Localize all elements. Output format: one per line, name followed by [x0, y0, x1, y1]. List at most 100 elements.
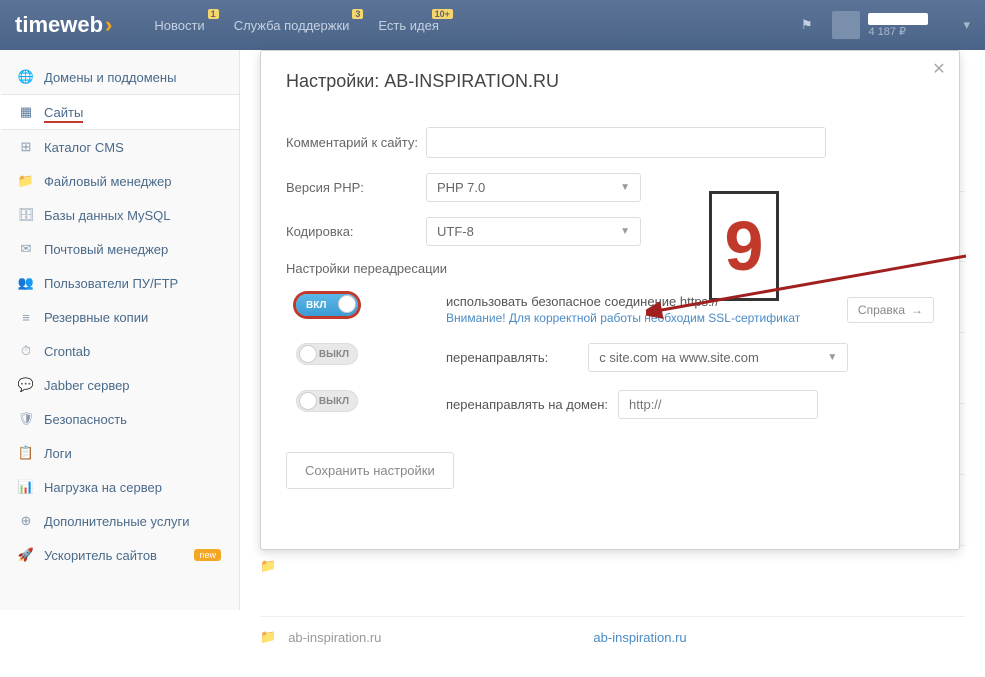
sidebar-item-mysql[interactable]: 🗄 Базы данных MySQL	[0, 198, 239, 232]
sidebar-item-security[interactable]: 🛡 Безопасность	[0, 402, 239, 436]
redirect-value: с site.com на www.site.com	[599, 350, 759, 365]
database-icon: 🗄	[18, 207, 34, 223]
modal-title: Настройки: AB-INSPIRATION.RU	[286, 71, 934, 107]
list-icon: 📋	[18, 445, 34, 461]
sidebar-label: Каталог CMS	[44, 140, 124, 155]
toggle-label: ВЫКЛ	[319, 396, 349, 407]
help-button[interactable]: Справка →	[847, 297, 934, 323]
redirect-direction-select[interactable]: с site.com на www.site.com ▼	[588, 343, 848, 372]
sidebar-item-sites[interactable]: ▦ Сайты	[0, 94, 239, 130]
toggle-knob	[299, 392, 317, 410]
sidebar-label: Сайты	[44, 105, 83, 120]
sidebar-item-extra[interactable]: ⊕ Дополнительные услуги	[0, 504, 239, 538]
redirect-domain-input[interactable]	[618, 390, 818, 419]
user-menu[interactable]: 4 187 ₽	[832, 11, 928, 39]
username-placeholder	[868, 13, 928, 25]
nav-badge: 1	[208, 9, 219, 19]
sidebar: 🌐Домены и поддомены ▦Сайты ⊞Каталог CMS …	[0, 50, 240, 610]
site-link[interactable]: ab-inspiration.ru	[593, 630, 686, 645]
flag-icon[interactable]: ⚑	[801, 17, 813, 33]
domain-redirect-toggle[interactable]: ВЫКЛ	[296, 390, 358, 412]
rocket-icon: 🚀	[18, 547, 34, 563]
sidebar-label: Резервные копии	[44, 310, 148, 325]
arrow-right-icon: →	[911, 303, 923, 317]
top-nav: Новости 1 Служба поддержки 3 Есть идея 1…	[142, 3, 800, 48]
encoding-value: UTF-8	[437, 224, 474, 239]
redirect-label: перенаправлять:	[446, 350, 548, 365]
sidebar-label: Нагрузка на сервер	[44, 480, 162, 495]
nav-label: Служба поддержки	[234, 18, 350, 33]
php-select[interactable]: PHP 7.0 ▼	[426, 173, 641, 202]
balance: 4 187 ₽	[868, 25, 928, 38]
encoding-select[interactable]: UTF-8 ▼	[426, 217, 641, 246]
new-badge: new	[194, 549, 221, 561]
comment-label: Комментарий к сайту:	[286, 135, 426, 150]
plus-icon: ⊕	[18, 513, 34, 529]
sidebar-label: Базы данных MySQL	[44, 208, 171, 223]
php-label: Версия PHP:	[286, 180, 426, 195]
caret-down-icon: ▼	[620, 182, 630, 193]
sidebar-label: Пользователи ПУ/FTP	[44, 276, 178, 291]
sidebar-label: Почтовый менеджер	[44, 242, 168, 257]
https-description: использовать безопасное соединение https…	[446, 294, 719, 309]
sidebar-item-users[interactable]: 👥 Пользователи ПУ/FTP	[0, 266, 239, 300]
user-info: 4 187 ₽	[868, 13, 928, 38]
chart-icon: 📊	[18, 479, 34, 495]
sidebar-label: Дополнительные услуги	[44, 514, 189, 529]
comment-input[interactable]	[426, 127, 826, 158]
site-row[interactable]: 📁	[260, 545, 965, 586]
sidebar-item-mail[interactable]: ✉ Почтовый менеджер	[0, 232, 239, 266]
nav-news[interactable]: Новости 1	[142, 3, 216, 48]
sidebar-label: Логи	[44, 446, 72, 461]
site-name: ab-inspiration.ru	[288, 630, 381, 645]
folder-icon: 📁	[260, 558, 276, 574]
sidebar-item-logs[interactable]: 📋 Логи	[0, 436, 239, 470]
close-button[interactable]: ✕	[929, 59, 949, 79]
encoding-label: Кодировка:	[286, 224, 426, 239]
site-row-ab-inspiration[interactable]: 📁 ab-inspiration.ru ab-inspiration.ru	[260, 616, 965, 657]
sidebar-item-booster[interactable]: 🚀 Ускоритель сайтов new	[0, 538, 239, 572]
layers-icon: ≡	[18, 309, 34, 325]
header-right: ⚑ 4 187 ₽ ▾	[801, 11, 970, 39]
sidebar-item-crontab[interactable]: ⏱Crontab	[0, 334, 239, 368]
save-button[interactable]: Сохранить настройки	[286, 452, 454, 489]
sidebar-label: Crontab	[44, 344, 90, 359]
caret-down-icon: ▼	[827, 352, 837, 363]
https-warning: Внимание! Для корректной работы необходи…	[446, 311, 800, 325]
sidebar-item-domains[interactable]: 🌐 Домены и поддомены	[0, 60, 239, 94]
sidebar-item-backup[interactable]: ≡ Резервные копии	[0, 300, 239, 334]
redirect-domain-label: перенаправлять на домен:	[446, 397, 608, 412]
nav-support[interactable]: Служба поддержки 3	[222, 3, 362, 48]
shield-icon: 🛡	[18, 411, 34, 427]
https-toggle[interactable]: ВКЛ	[296, 294, 358, 316]
sidebar-label: Безопасность	[44, 412, 127, 427]
toggle-knob	[338, 295, 356, 313]
sidebar-item-cms[interactable]: ⊞ Каталог CMS	[0, 130, 239, 164]
caret-down-icon[interactable]: ▾	[963, 17, 970, 33]
mail-icon: ✉	[18, 241, 34, 257]
sidebar-item-files[interactable]: 📁Файловый менеджер	[0, 164, 239, 198]
logo-text: timeweb	[15, 12, 103, 38]
grid-icon: ▦	[18, 104, 34, 120]
globe-icon: 🌐	[18, 69, 34, 85]
avatar	[832, 11, 860, 39]
sidebar-item-load[interactable]: 📊 Нагрузка на сервер	[0, 470, 239, 504]
redirect-section-title: Настройки переадресации	[286, 261, 934, 276]
www-redirect-toggle[interactable]: ВЫКЛ	[296, 343, 358, 365]
sidebar-label: Ускоритель сайтов	[44, 548, 157, 563]
sidebar-label: Файловый менеджер	[44, 174, 172, 189]
nav-badge: 3	[352, 9, 363, 19]
folder-icon: 📁	[260, 629, 276, 645]
nav-idea[interactable]: Есть идея 10+	[366, 3, 450, 48]
logo[interactable]: timeweb ›	[15, 12, 112, 38]
help-label: Справка	[858, 303, 905, 317]
php-value: PHP 7.0	[437, 180, 485, 195]
users-icon: 👥	[18, 275, 34, 291]
toggle-label: ВКЛ	[306, 300, 326, 311]
toggle-label: ВЫКЛ	[319, 349, 349, 360]
box-icon: ⊞	[18, 139, 34, 155]
sidebar-item-jabber[interactable]: 💬Jabber сервер	[0, 368, 239, 402]
nav-badge: 10+	[432, 9, 453, 19]
sidebar-label: Домены и поддомены	[44, 70, 176, 85]
nav-label: Новости	[154, 18, 204, 33]
